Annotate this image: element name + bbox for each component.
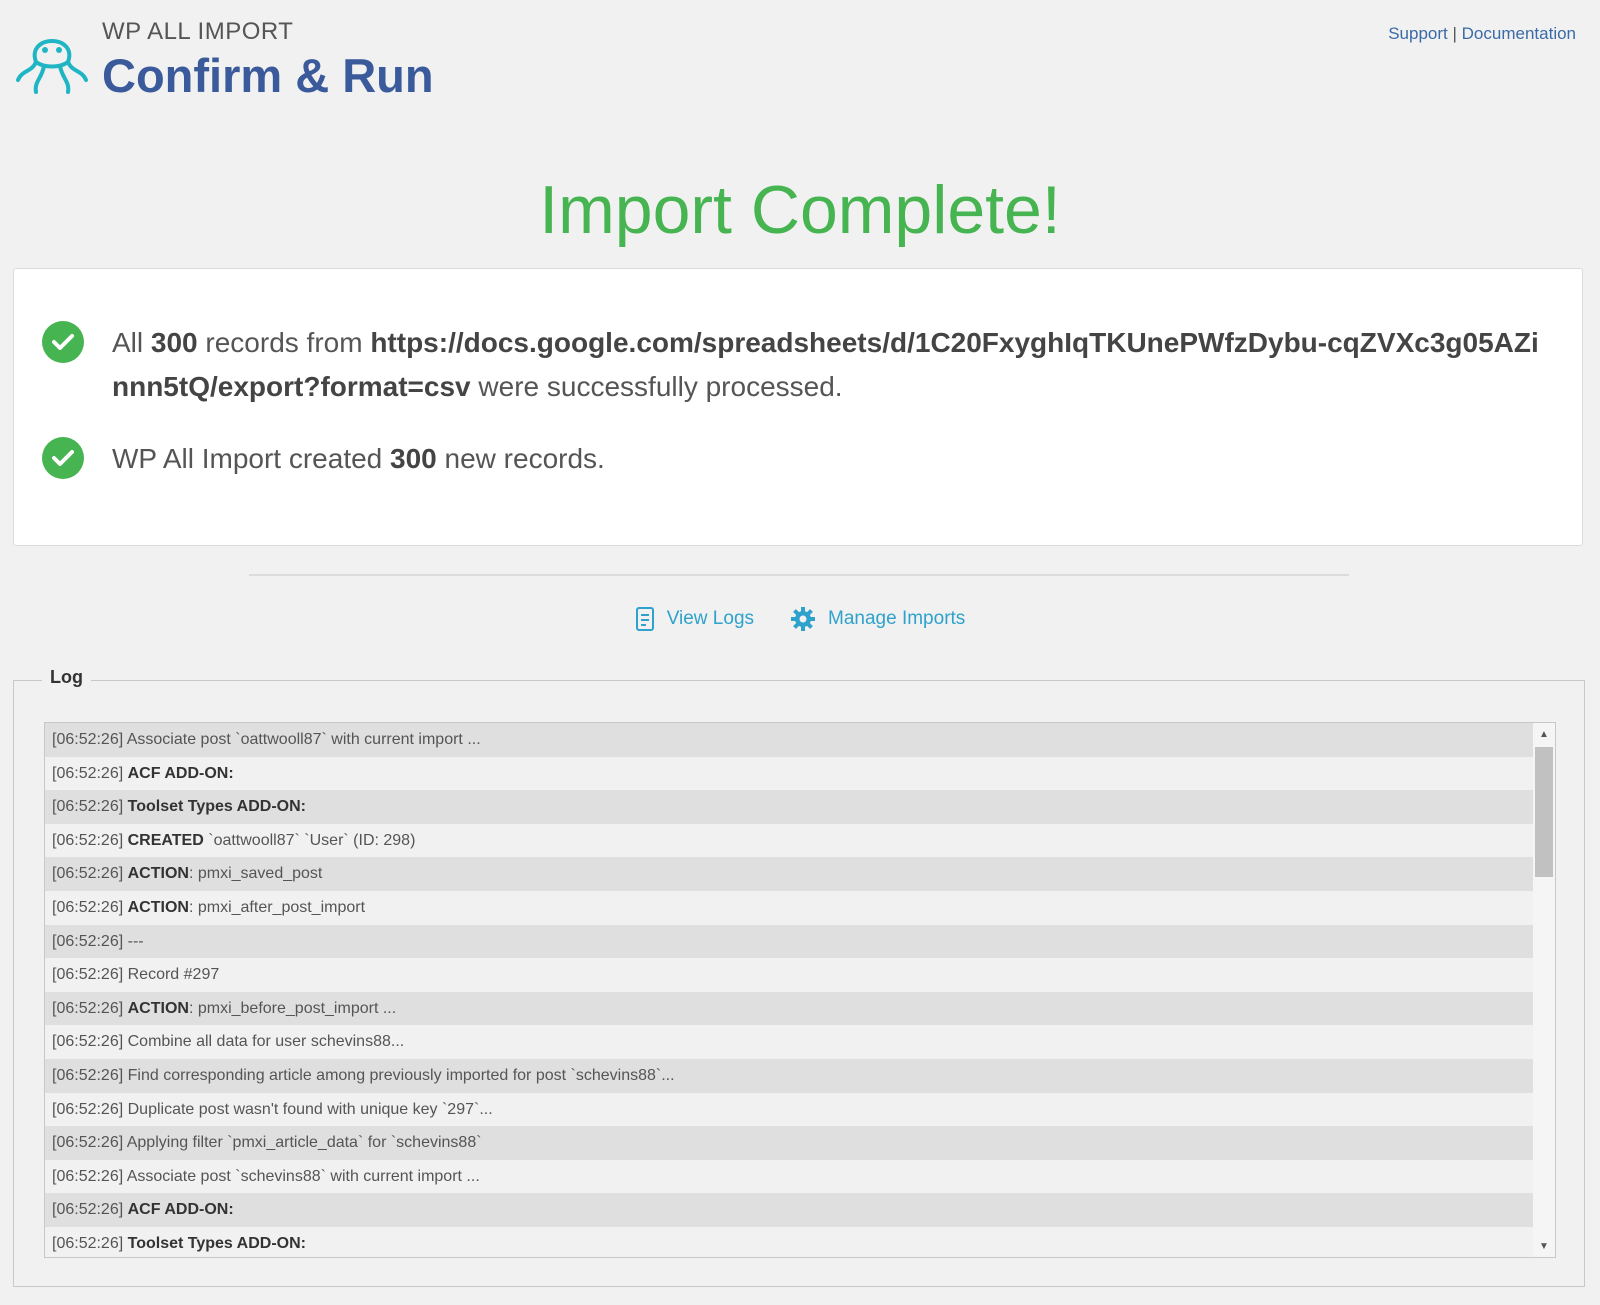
log-row: [06:52:26] ACTION: pmxi_saved_post xyxy=(45,857,1533,891)
log-message: Find corresponding article among previou… xyxy=(127,1066,675,1084)
log-timestamp: [06:52:26] xyxy=(52,1134,124,1152)
log-row: [06:52:26] ACF ADD-ON: xyxy=(45,756,1533,791)
log-row: [06:52:26] Record #297 xyxy=(45,958,1533,992)
log-message: --- xyxy=(127,932,144,950)
log-document-icon xyxy=(635,607,654,631)
log-legend: Log xyxy=(42,667,91,688)
log-keyword: ACF ADD-ON: xyxy=(127,764,234,782)
log-scrollbar[interactable]: ▲ ▼ xyxy=(1533,723,1555,1257)
manage-imports-label: Manage Imports xyxy=(828,608,966,629)
log-message: : pmxi_saved_post xyxy=(188,865,323,883)
page-header: WP ALL IMPORT Confirm & Run Support | Do… xyxy=(14,16,1586,106)
log-message: : pmxi_after_post_import xyxy=(188,898,366,916)
log-timestamp: [06:52:26] xyxy=(52,999,124,1017)
log-timestamp: [06:52:26] xyxy=(52,966,124,984)
scroll-up-arrow-icon[interactable]: ▲ xyxy=(1533,725,1555,743)
log-row: [06:52:26] Toolset Types ADD-ON: xyxy=(45,790,1533,824)
import-summary-box: All 300 records from https://docs.google… xyxy=(13,268,1583,546)
log-row: [06:52:26] Applying filter `pmxi_article… xyxy=(45,1126,1533,1160)
view-logs-link[interactable]: View Logs xyxy=(635,606,754,632)
log-row: [06:52:26] Associate post `oattwooll87` … xyxy=(45,723,1533,757)
log-timestamp: [06:52:26] xyxy=(52,764,124,782)
log-row: [06:52:26] --- xyxy=(45,924,1533,959)
octopus-logo-icon xyxy=(14,18,90,96)
gear-icon xyxy=(791,607,816,631)
log-message: Associate post `schevins88` with current… xyxy=(126,1167,480,1185)
summary-processed-text: All 300 records from https://docs.google… xyxy=(112,327,1539,402)
import-complete-heading: Import Complete! xyxy=(539,172,1061,248)
summary-created-line: WP All Import created 300 new records. xyxy=(42,437,1542,481)
top-links: Support | Documentation xyxy=(1388,24,1576,44)
check-circle-icon xyxy=(42,321,84,363)
log-keyword: Toolset Types ADD-ON: xyxy=(127,1234,306,1252)
action-links: View Logs Manage Imports xyxy=(0,606,1600,632)
log-timestamp: [06:52:26] xyxy=(52,932,124,950)
brand-name: WP ALL IMPORT xyxy=(102,18,294,45)
log-timestamp: [06:52:26] xyxy=(52,831,124,849)
log-message: Record #297 xyxy=(127,966,220,984)
created-count: 300 xyxy=(390,443,437,474)
log-keyword: ACF ADD-ON: xyxy=(127,1201,234,1219)
log-timestamp: [06:52:26] xyxy=(52,1167,124,1185)
log-row: [06:52:26] Find corresponding article am… xyxy=(45,1058,1533,1093)
log-timestamp: [06:52:26] xyxy=(52,898,124,916)
log-rows: [06:52:26] Associate post `oattwooll87` … xyxy=(45,723,1533,1257)
log-keyword: Toolset Types ADD-ON: xyxy=(127,798,306,816)
summary-created-text: WP All Import created 300 new records. xyxy=(112,443,605,474)
log-section: Log [06:52:26] Associate post `oattwooll… xyxy=(13,667,1585,1287)
scroll-down-arrow-icon[interactable]: ▼ xyxy=(1533,1237,1555,1255)
log-timestamp: [06:52:26] xyxy=(52,798,124,816)
documentation-link[interactable]: Documentation xyxy=(1462,24,1576,43)
summary-processed-line: All 300 records from https://docs.google… xyxy=(42,321,1542,409)
log-message: Associate post `oattwooll87` with curren… xyxy=(126,731,481,748)
brand-block: WP ALL IMPORT Confirm & Run xyxy=(102,18,434,104)
manage-imports-link[interactable]: Manage Imports xyxy=(790,606,965,632)
log-timestamp: [06:52:26] xyxy=(52,1234,124,1252)
check-circle-icon xyxy=(42,437,84,479)
log-keyword: ACTION xyxy=(127,865,189,883)
log-timestamp: [06:52:26] xyxy=(52,1066,124,1084)
log-message: Applying filter `pmxi_article_data` for … xyxy=(126,1134,482,1152)
processed-count: 300 xyxy=(150,327,198,358)
log-row: [06:52:26] CREATED `oattwooll87` `User` … xyxy=(45,823,1533,858)
log-row: [06:52:26] ACTION: pmxi_after_post_impor… xyxy=(45,890,1533,925)
support-link[interactable]: Support xyxy=(1388,24,1448,43)
log-row: [06:52:26] Toolset Types ADD-ON: xyxy=(45,1226,1533,1257)
log-timestamp: [06:52:26] xyxy=(52,1033,124,1051)
scroll-thumb[interactable] xyxy=(1535,747,1553,877)
view-logs-label: View Logs xyxy=(666,608,755,629)
log-row: [06:52:26] Associate post `schevins88` w… xyxy=(45,1159,1533,1194)
log-keyword: ACTION xyxy=(127,898,189,916)
log-keyword: CREATED xyxy=(127,831,204,849)
log-keyword: ACTION xyxy=(127,999,189,1017)
log-panel[interactable]: [06:52:26] Associate post `oattwooll87` … xyxy=(44,722,1556,1258)
log-message: Combine all data for user schevins88... xyxy=(127,1033,405,1051)
section-divider xyxy=(249,574,1349,576)
log-timestamp: [06:52:26] xyxy=(52,865,124,883)
log-row: [06:52:26] ACF ADD-ON: xyxy=(45,1193,1533,1227)
link-separator: | xyxy=(1452,24,1457,43)
log-row: [06:52:26] Combine all data for user sch… xyxy=(45,1025,1533,1059)
log-message: `oattwooll87` `User` (ID: 298) xyxy=(208,831,416,849)
log-timestamp: [06:52:26] xyxy=(52,1100,124,1118)
log-timestamp: [06:52:26] xyxy=(52,1201,124,1219)
log-row: [06:52:26] ACTION: pmxi_before_post_impo… xyxy=(45,991,1533,1026)
log-message: Duplicate post wasn't found with unique … xyxy=(127,1100,493,1118)
log-row: [06:52:26] Duplicate post wasn't found w… xyxy=(45,1092,1533,1127)
page-title: Confirm & Run xyxy=(102,49,434,102)
log-timestamp: [06:52:26] xyxy=(52,731,124,748)
log-message: : pmxi_before_post_import ... xyxy=(188,999,397,1017)
